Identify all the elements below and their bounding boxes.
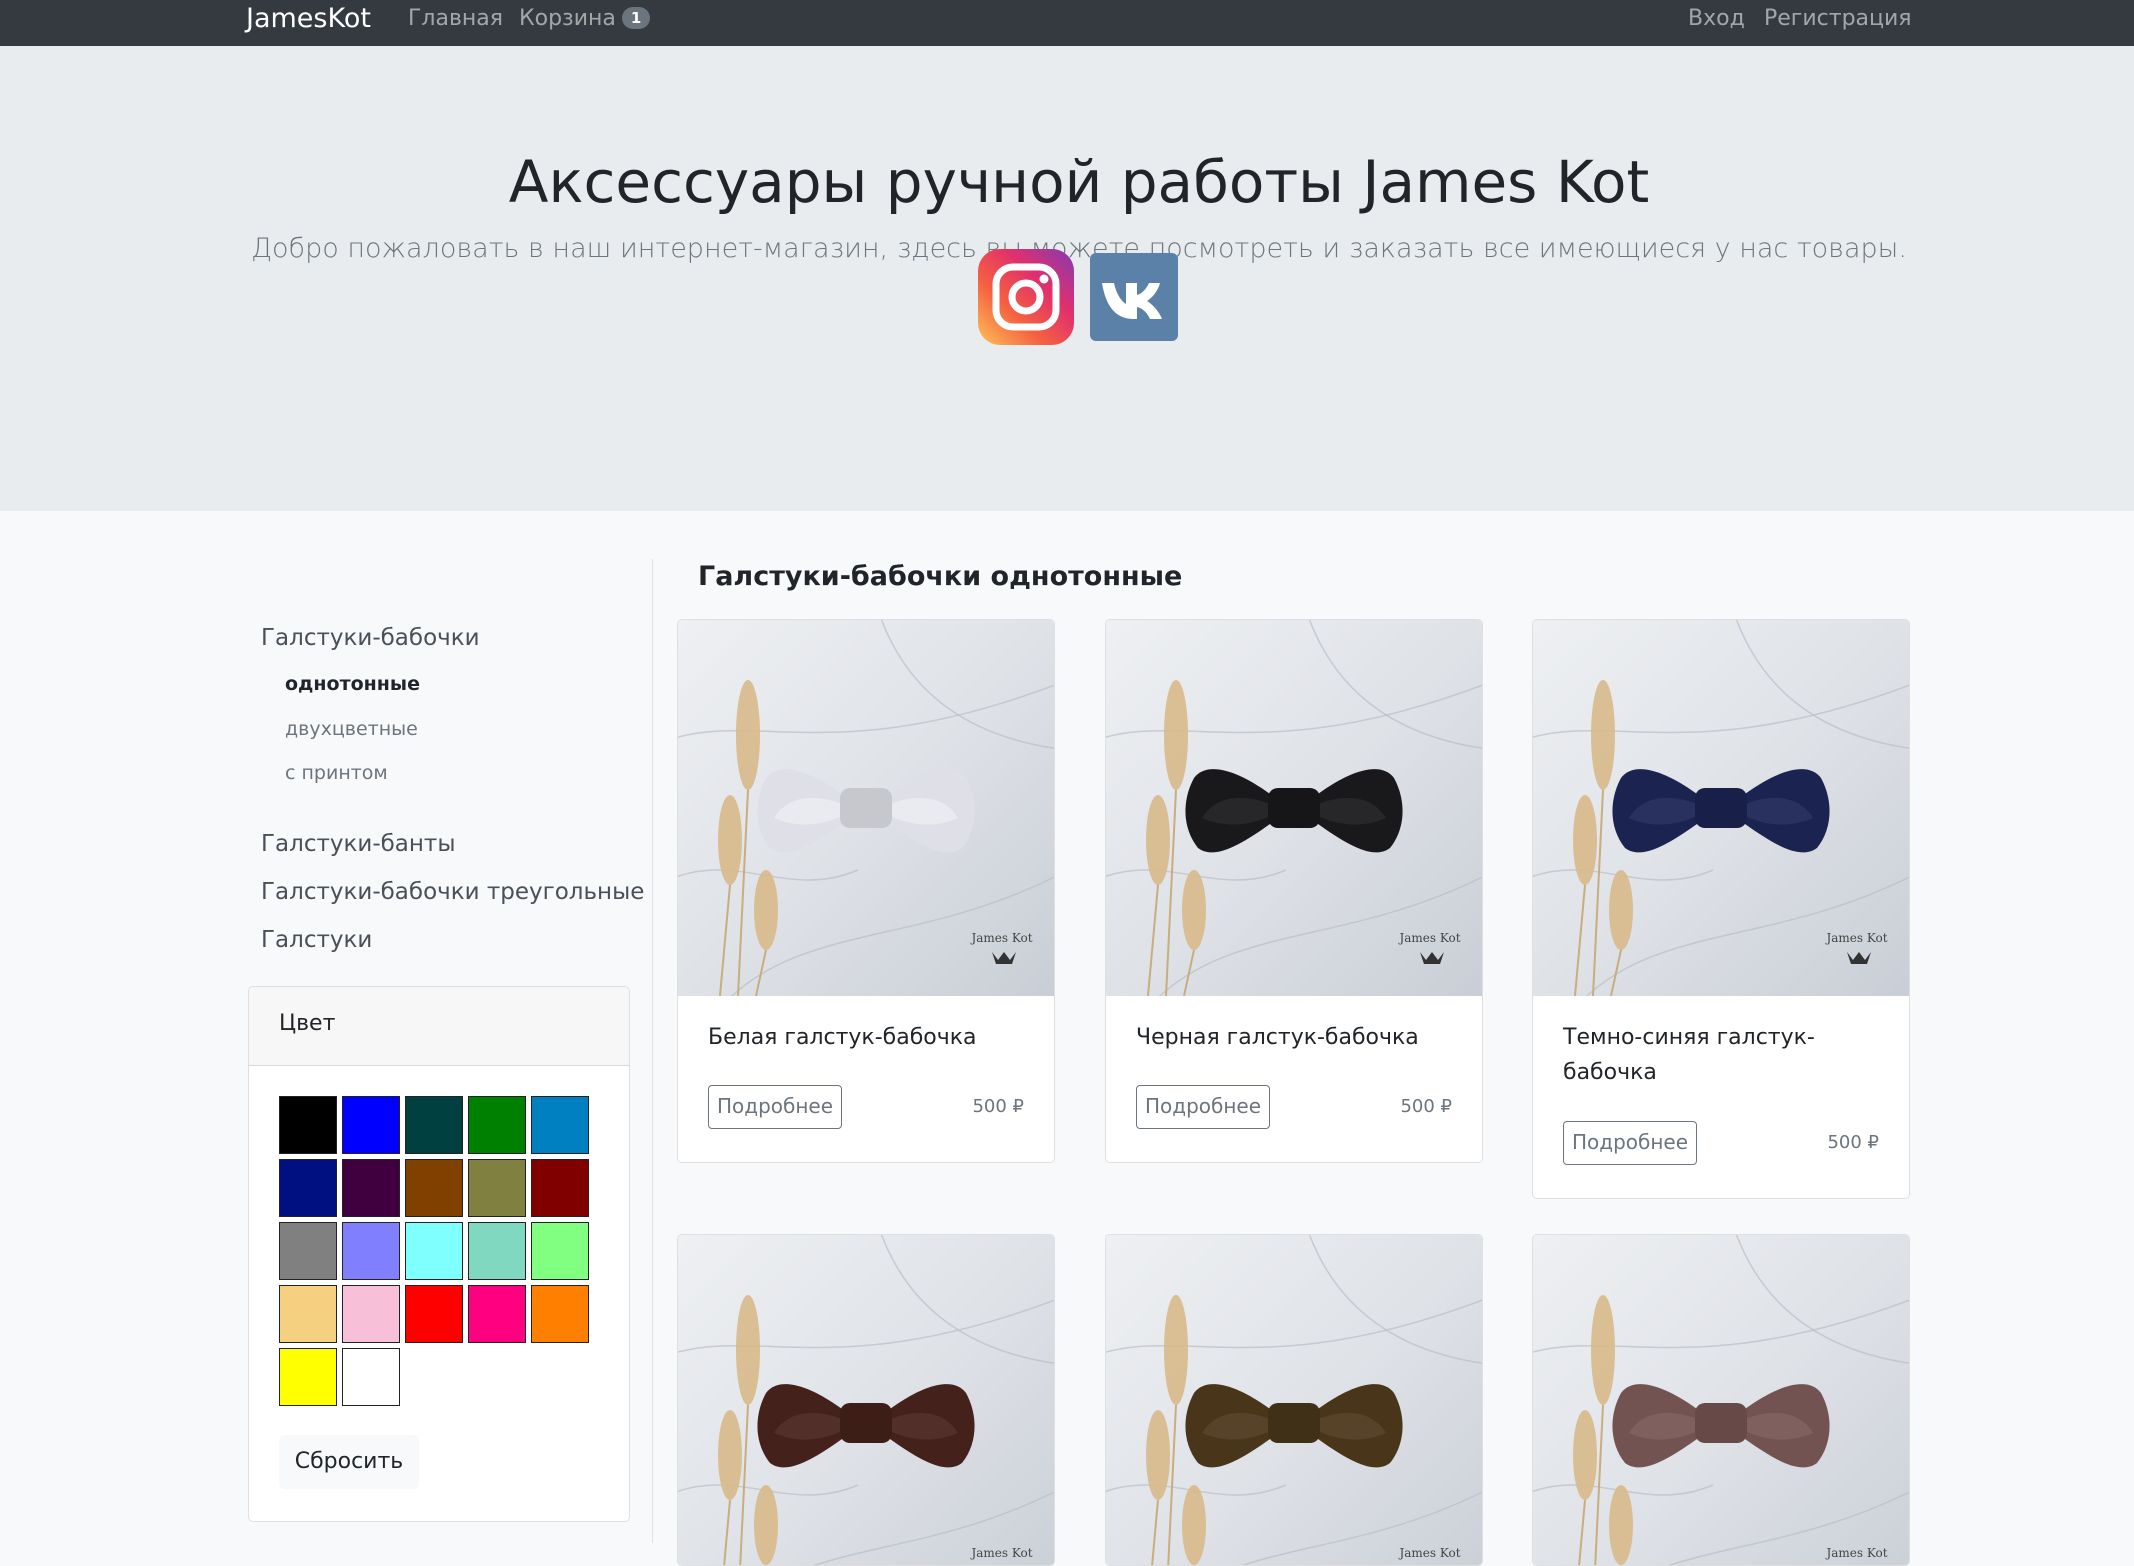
product-photo: James Kot xyxy=(1533,620,1909,1011)
watermark-text: James Kot xyxy=(1824,1546,1887,1560)
details-button[interactable]: Подробнее xyxy=(1563,1121,1697,1165)
color-swatch[interactable] xyxy=(405,1285,463,1343)
hero-title: Аксессуары ручной работы James Kot xyxy=(508,148,1650,216)
product-image[interactable]: James Kot xyxy=(1106,620,1482,1011)
top-navbar: JamesKot Главная Корзина 1 Вход Регистрац… xyxy=(0,0,2134,46)
product-photo: James Kot xyxy=(1533,1235,1909,1565)
watermark-text: James Kot xyxy=(1397,1546,1460,1560)
product-card: James Kot xyxy=(1105,1234,1483,1566)
color-swatch[interactable] xyxy=(468,1096,526,1154)
color-swatch[interactable] xyxy=(531,1222,589,1280)
brand-logo-link[interactable]: JamesKot xyxy=(246,2,371,36)
product-card: James Kot xyxy=(677,1234,1055,1566)
color-swatch[interactable] xyxy=(531,1159,589,1217)
category-triangle-bowties[interactable]: Галстуки-бабочки треугольные xyxy=(261,877,644,907)
subcategory-print[interactable]: с принтом xyxy=(285,760,388,786)
watermark-text: James Kot xyxy=(969,931,1032,945)
details-button[interactable]: Подробнее xyxy=(708,1085,842,1129)
color-swatch[interactable] xyxy=(279,1222,337,1280)
product-photo: James Kot xyxy=(678,620,1054,1011)
category-ties[interactable]: Галстуки xyxy=(261,925,372,955)
product-photo: James Kot xyxy=(678,1235,1054,1565)
nav-cart-label: Корзина xyxy=(519,6,616,31)
product-card: James Kot Темно-синяя галстук-бабочка По… xyxy=(1532,619,1910,1199)
product-title: Черная галстук-бабочка xyxy=(1136,1025,1419,1050)
watermark-text: James Kot xyxy=(969,1546,1032,1560)
color-swatch[interactable] xyxy=(405,1096,463,1154)
color-swatch[interactable] xyxy=(531,1285,589,1343)
reset-filter-button[interactable]: Сбросить xyxy=(279,1435,419,1489)
section-title: Галстуки-бабочки однотонные xyxy=(698,561,1183,592)
nav-register-link[interactable]: Регистрация xyxy=(1764,4,1912,34)
product-title: Темно-синяя галстук-бабочка xyxy=(1563,1025,1815,1085)
color-filter-card: Цвет Сбросить xyxy=(248,986,630,1522)
product-photo: James Kot xyxy=(1106,620,1482,1011)
color-swatch[interactable] xyxy=(342,1096,400,1154)
category-bows[interactable]: Галстуки-банты xyxy=(261,829,456,859)
instagram-icon[interactable] xyxy=(978,249,1074,345)
color-swatch[interactable] xyxy=(342,1222,400,1280)
product-photo: James Kot xyxy=(1106,1235,1482,1565)
cart-count-badge: 1 xyxy=(621,7,651,29)
color-swatch[interactable] xyxy=(531,1096,589,1154)
color-swatch[interactable] xyxy=(405,1159,463,1217)
category-bowties[interactable]: Галстуки-бабочки xyxy=(261,623,480,653)
color-swatch[interactable] xyxy=(468,1285,526,1343)
sidebar-divider xyxy=(652,559,653,1543)
details-button[interactable]: Подробнее xyxy=(1136,1085,1270,1129)
color-swatch[interactable] xyxy=(279,1285,337,1343)
nav-cart-link[interactable]: Корзина 1 xyxy=(519,4,651,34)
product-image[interactable]: James Kot xyxy=(1533,1235,1909,1565)
color-swatch[interactable] xyxy=(342,1348,400,1406)
nav-login-link[interactable]: Вход xyxy=(1688,4,1745,34)
product-card: James Kot xyxy=(1532,1234,1910,1566)
color-filter-title: Цвет xyxy=(279,1011,336,1036)
nav-home-link[interactable]: Главная xyxy=(408,4,503,34)
product-card: James Kot Черная галстук-бабочка Подробн… xyxy=(1105,619,1483,1163)
product-price: 500 ₽ xyxy=(972,1096,1024,1117)
product-title: Белая галстук-бабочка xyxy=(708,1025,977,1050)
product-image[interactable]: James Kot xyxy=(1106,1235,1482,1565)
product-image[interactable]: James Kot xyxy=(1533,620,1909,1011)
vk-icon[interactable] xyxy=(1090,253,1178,341)
product-image[interactable]: James Kot xyxy=(678,1235,1054,1565)
product-price: 500 ₽ xyxy=(1400,1096,1452,1117)
product-card: James Kot Белая галстук-бабочка Подробне… xyxy=(677,619,1055,1163)
color-swatch[interactable] xyxy=(279,1348,337,1406)
color-swatch[interactable] xyxy=(342,1285,400,1343)
watermark-text: James Kot xyxy=(1824,931,1887,945)
subcategory-two-color[interactable]: двухцветные xyxy=(285,716,418,742)
product-image[interactable]: James Kot xyxy=(678,620,1054,1011)
watermark-text: James Kot xyxy=(1397,931,1460,945)
subcategory-solid[interactable]: однотонные xyxy=(285,671,420,697)
color-swatch[interactable] xyxy=(279,1159,337,1217)
color-swatch[interactable] xyxy=(468,1159,526,1217)
color-swatch[interactable] xyxy=(405,1222,463,1280)
color-filter-header: Цвет xyxy=(249,987,629,1066)
color-swatch[interactable] xyxy=(342,1159,400,1217)
color-swatch[interactable] xyxy=(279,1096,337,1154)
color-swatch[interactable] xyxy=(468,1222,526,1280)
product-price: 500 ₽ xyxy=(1827,1132,1879,1153)
